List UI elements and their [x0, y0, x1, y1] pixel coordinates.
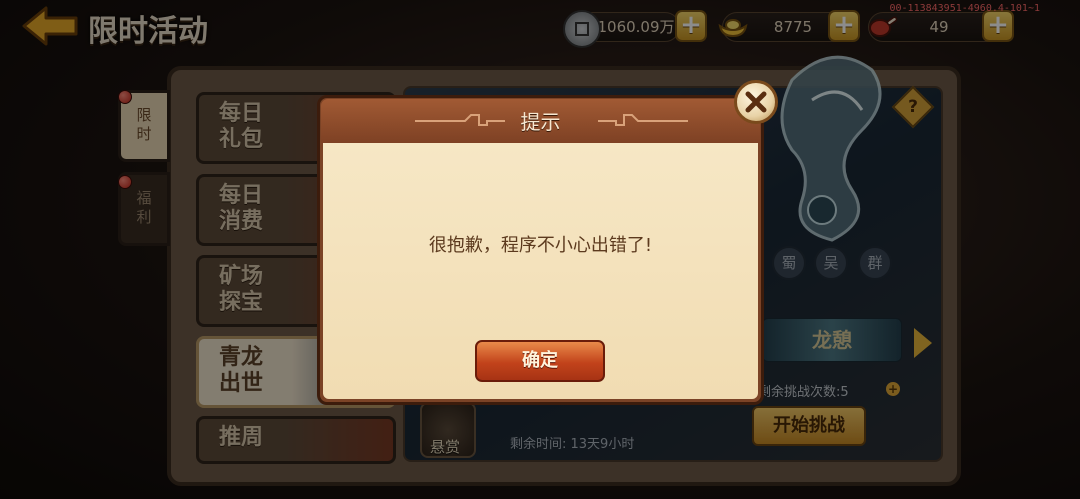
- close-button[interactable]: [734, 80, 778, 124]
- dialog-message: 很抱歉，程序不小心出错了!: [428, 235, 653, 256]
- close-icon: [745, 91, 767, 113]
- confirm-button[interactable]: 确定: [475, 340, 605, 382]
- dialog-title: 提示: [520, 110, 561, 134]
